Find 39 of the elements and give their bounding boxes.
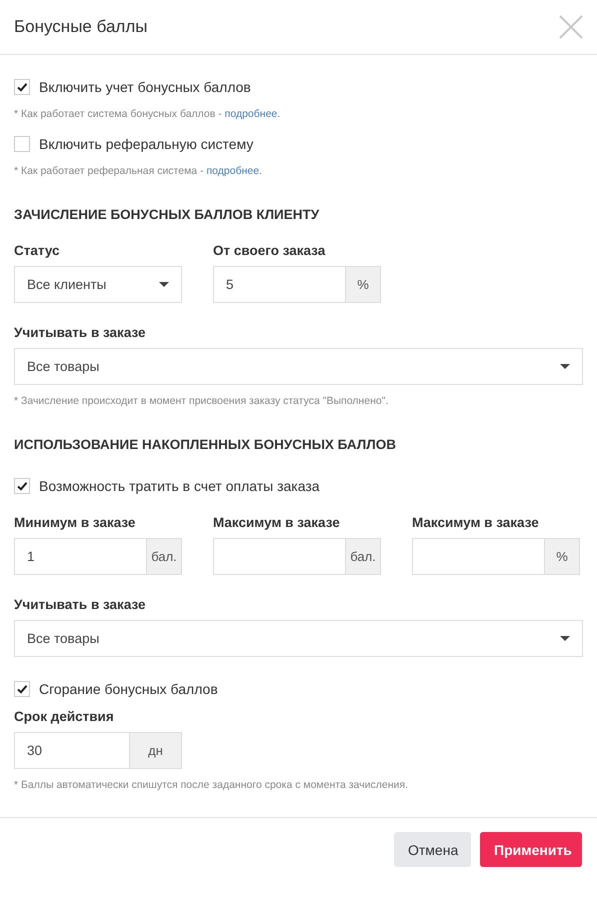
status-dropdown[interactable]: Все клиенты: [14, 266, 182, 303]
unit-label: %: [544, 538, 580, 575]
caret-icon: [560, 364, 570, 369]
help-note: * Баллы автоматически спишутся после заданного срока с момента зачисления.: [14, 779, 409, 791]
field-label: Максимум в заказе: [412, 515, 540, 530]
caret-icon: [560, 636, 570, 641]
more-link[interactable]: подробнее.: [206, 165, 262, 177]
checkbox-label[interactable]: Возможность тратить в счет оплаты заказа: [39, 478, 320, 494]
field-label: Учитывать в заказе: [14, 597, 147, 612]
dialog-title: Бонусные баллы: [14, 17, 148, 37]
unit-label: %: [345, 266, 381, 303]
unit-label: бал.: [146, 538, 182, 575]
checkbox[interactable]: [14, 136, 30, 152]
section-heading: ЗАЧИСЛЕНИЕ БОНУСНЫХ БАЛЛОВ КЛИЕНТУ: [14, 207, 320, 222]
checkbox-label[interactable]: Включить учет бонусных баллов: [39, 79, 251, 95]
field-label: Статус: [14, 243, 60, 258]
field-label: Минимум в заказе: [14, 515, 136, 530]
products-dropdown[interactable]: Все товары: [14, 620, 583, 657]
more-link[interactable]: подробнее.: [224, 108, 280, 120]
caret-icon: [159, 282, 169, 287]
field-label: Срок действия: [14, 709, 115, 724]
unit-label: бал.: [345, 538, 381, 575]
checkbox[interactable]: [14, 79, 30, 95]
products-dropdown[interactable]: Все товары: [14, 348, 583, 385]
apply-button[interactable]: Применить: [480, 832, 582, 867]
help-note: * Как работает реферальная система - подробнее.: [14, 165, 263, 177]
field-label: Максимум в заказе: [213, 515, 341, 530]
close-icon[interactable]: [559, 15, 583, 39]
section-heading: ИСПОЛЬЗОВАНИЕ НАКОПЛЕННЫХ БОНУСНЫХ БАЛЛОВ: [14, 437, 397, 452]
help-note: * Как работает система бонусных баллов - подробнее.: [14, 108, 282, 120]
checkbox-label[interactable]: Сгорание бонусных баллов: [39, 681, 218, 697]
help-note: * Зачисление происходит в момент присвоения заказу статуса "Выполнено".: [14, 395, 390, 407]
cancel-button[interactable]: Отмена: [394, 832, 471, 867]
checkbox-label[interactable]: Включить реферальную систему: [39, 136, 254, 152]
field-label: От своего заказа: [213, 243, 326, 258]
checkbox[interactable]: [14, 681, 30, 697]
checkbox[interactable]: [14, 478, 30, 494]
unit-label: дн: [129, 732, 182, 769]
field-label: Учитывать в заказе: [14, 325, 147, 340]
